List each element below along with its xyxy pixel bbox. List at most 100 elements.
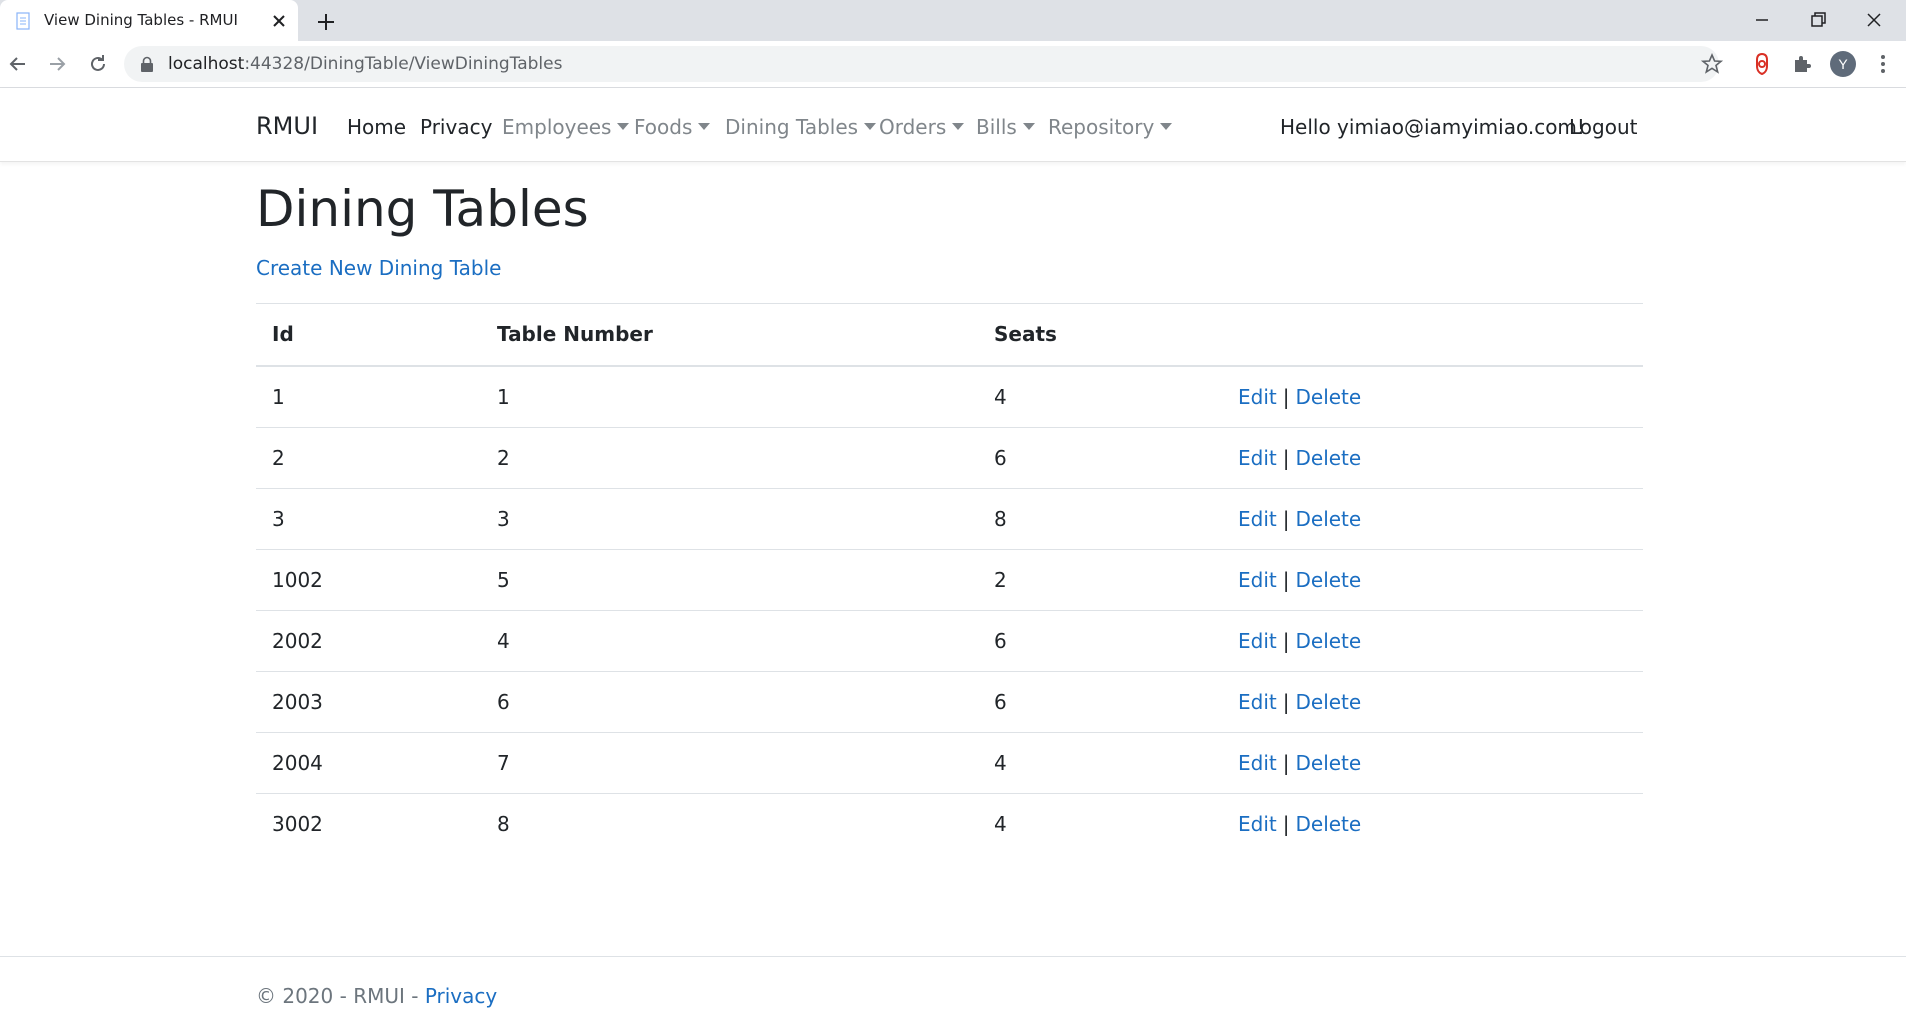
cell-id: 2003 <box>272 690 323 714</box>
cell-actions: Edit | Delete <box>1238 385 1361 409</box>
minimize-window-icon[interactable] <box>1750 8 1774 32</box>
profile-avatar[interactable]: Y <box>1830 51 1856 77</box>
delete-link[interactable]: Delete <box>1295 751 1361 775</box>
close-tab-icon[interactable] <box>268 10 290 32</box>
nav-orders-dropdown[interactable]: Orders <box>879 115 965 139</box>
delete-link[interactable]: Delete <box>1295 812 1361 836</box>
cell-id: 3 <box>272 507 285 531</box>
page-favicon-icon <box>16 12 30 30</box>
action-separator: | <box>1282 629 1290 653</box>
caret-down-icon <box>1022 123 1035 130</box>
delete-link[interactable]: Delete <box>1295 568 1361 592</box>
action-separator: | <box>1282 385 1290 409</box>
edit-link[interactable]: Edit <box>1238 446 1277 470</box>
column-header-id: Id <box>272 322 294 346</box>
cell-seats: 2 <box>994 568 1007 592</box>
extensions-puzzle-icon[interactable] <box>1789 51 1815 77</box>
nav-privacy[interactable]: Privacy <box>420 115 492 139</box>
edit-link[interactable]: Edit <box>1238 385 1277 409</box>
table-row: 2002 4 6 Edit | Delete <box>256 611 1643 672</box>
nav-bills-dropdown[interactable]: Bills <box>976 115 1035 139</box>
forward-arrow-icon[interactable] <box>44 51 70 77</box>
nav-employees-dropdown[interactable]: Employees <box>502 115 630 139</box>
table-row: 1002 5 2 Edit | Delete <box>256 550 1643 611</box>
caret-down-icon <box>617 123 630 130</box>
address-bar[interactable]: localhost:44328/DiningTable/ViewDiningTa… <box>124 46 1724 82</box>
delete-link[interactable]: Delete <box>1295 629 1361 653</box>
logout-button[interactable]: Logout <box>1569 115 1637 139</box>
cell-actions: Edit | Delete <box>1238 507 1361 531</box>
delete-link[interactable]: Delete <box>1295 507 1361 531</box>
new-tab-icon[interactable] <box>313 9 339 35</box>
nav-home[interactable]: Home <box>347 115 406 139</box>
cell-seats: 4 <box>994 385 1007 409</box>
footer-text: © 2020 - RMUI - Privacy <box>256 984 497 1008</box>
cell-actions: Edit | Delete <box>1238 812 1361 836</box>
bookmark-star-icon[interactable] <box>1700 52 1724 76</box>
cell-id: 1 <box>272 385 285 409</box>
cell-actions: Edit | Delete <box>1238 446 1361 470</box>
cell-id: 1002 <box>272 568 323 592</box>
page-footer: © 2020 - RMUI - Privacy <box>0 956 1906 1018</box>
cell-seats: 8 <box>994 507 1007 531</box>
cell-table-number: 5 <box>497 568 510 592</box>
cell-id: 2 <box>272 446 285 470</box>
reload-icon[interactable] <box>85 51 111 77</box>
cell-id: 2002 <box>272 629 323 653</box>
restore-window-icon[interactable] <box>1806 8 1830 32</box>
table-header-row: Id Table Number Seats <box>256 304 1643 367</box>
footer-privacy-link[interactable]: Privacy <box>425 984 497 1008</box>
browser-tab[interactable]: View Dining Tables - RMUI <box>0 0 298 41</box>
nav-bills-label: Bills <box>976 115 1017 139</box>
edit-link[interactable]: Edit <box>1238 568 1277 592</box>
action-separator: | <box>1282 507 1290 531</box>
nav-orders-label: Orders <box>879 115 947 139</box>
column-header-seats: Seats <box>994 322 1057 346</box>
browser-tab-strip: View Dining Tables - RMUI <box>0 0 1906 41</box>
cell-actions: Edit | Delete <box>1238 629 1361 653</box>
edit-link[interactable]: Edit <box>1238 812 1277 836</box>
action-separator: | <box>1282 568 1290 592</box>
delete-link[interactable]: Delete <box>1295 446 1361 470</box>
cell-table-number: 2 <box>497 446 510 470</box>
cell-table-number: 8 <box>497 812 510 836</box>
edit-link[interactable]: Edit <box>1238 629 1277 653</box>
nav-employees-label: Employees <box>502 115 612 139</box>
edit-link[interactable]: Edit <box>1238 507 1277 531</box>
table-row: 2003 6 6 Edit | Delete <box>256 672 1643 733</box>
copyright-text: © 2020 - RMUI - <box>256 984 425 1008</box>
cell-seats: 4 <box>994 751 1007 775</box>
cell-seats: 6 <box>994 446 1007 470</box>
cell-actions: Edit | Delete <box>1238 568 1361 592</box>
cell-table-number: 7 <box>497 751 510 775</box>
back-arrow-icon[interactable] <box>5 51 31 77</box>
action-separator: | <box>1282 751 1290 775</box>
close-window-icon[interactable] <box>1862 8 1886 32</box>
nav-repository-dropdown[interactable]: Repository <box>1048 115 1173 139</box>
nav-repository-label: Repository <box>1048 115 1155 139</box>
cell-id: 2004 <box>272 751 323 775</box>
edit-link[interactable]: Edit <box>1238 751 1277 775</box>
table-row: 3 3 8 Edit | Delete <box>256 489 1643 550</box>
cell-seats: 6 <box>994 690 1007 714</box>
brand-link[interactable]: RMUI <box>256 112 318 140</box>
delete-link[interactable]: Delete <box>1295 385 1361 409</box>
action-separator: | <box>1282 446 1290 470</box>
site-navbar: RMUI Home Privacy Employees Foods Dining… <box>0 88 1906 162</box>
create-dining-table-link[interactable]: Create New Dining Table <box>256 256 501 280</box>
nav-dining-tables-dropdown[interactable]: Dining Tables <box>725 115 877 139</box>
cell-actions: Edit | Delete <box>1238 690 1361 714</box>
cell-seats: 6 <box>994 629 1007 653</box>
table-row: 1 1 4 Edit | Delete <box>256 367 1643 428</box>
extension-shield-icon[interactable] <box>1749 51 1775 77</box>
nav-dining-tables-label: Dining Tables <box>725 115 859 139</box>
nav-foods-dropdown[interactable]: Foods <box>634 115 711 139</box>
edit-link[interactable]: Edit <box>1238 690 1277 714</box>
cell-seats: 4 <box>994 812 1007 836</box>
browser-menu-icon[interactable] <box>1870 51 1896 77</box>
cell-actions: Edit | Delete <box>1238 751 1361 775</box>
caret-down-icon <box>952 123 965 130</box>
user-greeting-link[interactable]: Hello yimiao@iamyimiao.com! <box>1280 115 1585 139</box>
delete-link[interactable]: Delete <box>1295 690 1361 714</box>
action-separator: | <box>1282 690 1290 714</box>
